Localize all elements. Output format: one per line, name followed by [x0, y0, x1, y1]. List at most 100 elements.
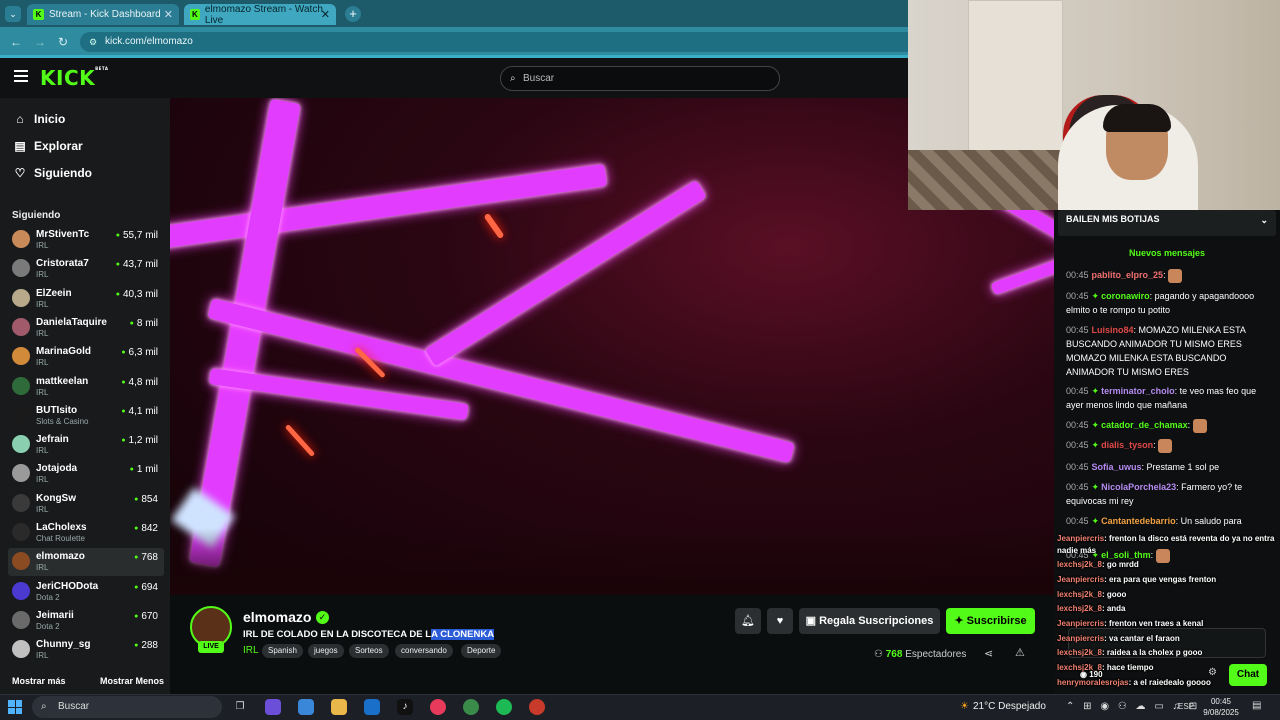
avatar: [12, 288, 30, 307]
url-field[interactable]: ⚙ kick.com/elmomazo: [80, 32, 908, 52]
chat-send-button[interactable]: Chat: [1229, 664, 1267, 686]
tab-title: elmomazo Stream - Watch Live: [204, 3, 323, 26]
sidebar-item-explorar[interactable]: ▤ Explorar: [12, 139, 82, 153]
reload-icon[interactable]: ↻: [58, 35, 68, 49]
subscribe-button[interactable]: ✦ Suscribirse: [946, 608, 1035, 634]
chrome-icon[interactable]: [463, 699, 479, 715]
tab-menu-button[interactable]: ⌄: [5, 6, 21, 22]
share-icon[interactable]: ⋖: [984, 647, 993, 660]
weather-widget[interactable]: ☀ 21°C Despejado: [960, 701, 1046, 712]
sidebar-channel[interactable]: JeriCHODotaDota 2 694: [8, 578, 164, 606]
chat-username[interactable]: Cantantedebarrio: [1101, 516, 1176, 526]
chat-username[interactable]: dialis_tyson: [1101, 440, 1153, 450]
sidebar-channel[interactable]: elmomazoIRL 768: [8, 548, 164, 577]
tag[interactable]: conversando: [395, 644, 453, 658]
obs-icon[interactable]: [529, 699, 545, 715]
sidebar-item-siguiendo[interactable]: ♡ Siguiendo: [12, 166, 92, 180]
copilot-icon[interactable]: [265, 699, 281, 715]
browser-tab-dashboard[interactable]: K Stream - Kick Dashboard ✕: [27, 4, 179, 25]
gear-icon[interactable]: ⚙: [1208, 667, 1217, 678]
stream-category[interactable]: IRL: [243, 645, 259, 656]
channel-name: Chunny_sg: [36, 639, 91, 651]
spotify-icon[interactable]: [496, 699, 512, 715]
windows-start-icon[interactable]: [8, 700, 22, 714]
viewer-count: 43,7 mil: [116, 259, 158, 270]
viewer-count: 55,7 mil: [116, 230, 158, 241]
sidebar-channel[interactable]: MrStivenTcIRL 55,7 mil: [8, 226, 164, 254]
media-player-icon[interactable]: [430, 699, 446, 715]
close-icon[interactable]: ✕: [321, 8, 330, 21]
back-icon[interactable]: ←: [10, 35, 22, 49]
sidebar-channel[interactable]: JeimariiDota 2 670: [8, 607, 164, 635]
search-icon: ⌕: [510, 73, 516, 84]
outlook-icon[interactable]: [364, 699, 380, 715]
tag[interactable]: juegos: [308, 644, 344, 658]
avatar: [12, 230, 30, 248]
chevron-down-icon[interactable]: ⌄: [1260, 215, 1268, 226]
chat-message[interactable]: 00:45 pablito_elpro_25:: [1066, 268, 1272, 283]
sidebar-channel[interactable]: JefrainIRL 1,2 mil: [8, 431, 164, 459]
tag[interactable]: Deporte: [461, 644, 502, 658]
chat-message[interactable]: 00:45 ✦ dialis_tyson:: [1066, 438, 1272, 453]
sidebar-channel[interactable]: mattkeelanIRL 4,8 mil: [8, 373, 164, 401]
chat-username[interactable]: coronawiro: [1101, 291, 1150, 301]
show-less-button[interactable]: Mostrar Menos: [100, 676, 164, 686]
chat-message[interactable]: 00:45 ✦ terminator_cholo: te veo mas feo q…: [1066, 384, 1272, 412]
chat-username[interactable]: terminator_cholo: [1101, 386, 1175, 396]
kick-logo[interactable]: KICKBETA: [40, 66, 108, 90]
sidebar-item-inicio[interactable]: ⌂ Inicio: [12, 112, 65, 126]
chat-message[interactable]: 00:45 Luisino84: MOMAZO MILENKA ESTA BUSC…: [1066, 323, 1272, 379]
chat-username[interactable]: Sofia_uwus: [1092, 462, 1142, 472]
follow-button[interactable]: ♥: [767, 608, 793, 634]
sidebar-channel[interactable]: LaCholexsChat Roulette 842: [8, 519, 164, 547]
clock[interactable]: 00:45 9/08/2025: [1200, 696, 1242, 718]
sidebar-channel[interactable]: Cristorata7IRL 43,7 mil: [8, 255, 164, 283]
overlay-username: Jeanpiercris: [1057, 634, 1105, 643]
chat-message[interactable]: 00:45 ✦ NicolaPorchela23: Farmero yo? te e…: [1066, 480, 1272, 508]
following-header: Siguiendo: [12, 210, 61, 221]
avatar: [12, 347, 30, 366]
taskbar-search[interactable]: ⌕ Buscar: [32, 696, 222, 718]
channel-category: Dota 2: [36, 621, 60, 631]
task-view-icon[interactable]: ❐: [232, 699, 248, 715]
sidebar-channel[interactable]: Chunny_sgIRL 288: [8, 636, 164, 664]
site-info-icon[interactable]: ⚙: [89, 32, 97, 52]
menu-icon[interactable]: [14, 70, 28, 84]
chat-message[interactable]: 00:45 ✦ catador_de_chamax:: [1066, 418, 1272, 433]
chat-username[interactable]: NicolaPorchela23: [1101, 482, 1176, 492]
file-explorer-icon[interactable]: [331, 699, 347, 715]
chat-username[interactable]: catador_de_chamax: [1101, 420, 1188, 430]
chat-message[interactable]: 00:45 ✦ coronawiro: pagando y apagandoooo …: [1066, 289, 1272, 317]
show-more-button[interactable]: Mostrar más: [12, 676, 66, 686]
channel-category: IRL: [36, 241, 49, 250]
new-tab-button[interactable]: +: [345, 6, 361, 22]
sidebar-channel[interactable]: MarinaGoldIRL 6,3 mil: [8, 343, 164, 371]
sidebar-channel[interactable]: JotajodaIRL 1 mil: [8, 460, 164, 488]
tag[interactable]: Sorteos: [349, 644, 389, 658]
sidebar-channel[interactable]: ElZeeinIRL 40,3 mil: [8, 285, 164, 313]
notification-icon[interactable]: ▤: [1252, 700, 1261, 711]
sidebar-channel[interactable]: KongSwIRL 854: [8, 490, 164, 518]
tag[interactable]: Spanish: [262, 644, 303, 658]
report-icon[interactable]: ⚠: [1015, 646, 1025, 659]
store-icon[interactable]: [298, 699, 314, 715]
browser-tab-stream[interactable]: K elmomazo Stream - Watch Live ✕: [184, 3, 336, 26]
close-icon[interactable]: ✕: [164, 8, 173, 21]
chat-username[interactable]: Luisino84: [1092, 325, 1134, 335]
gift-subs-button[interactable]: ▣ Regala Suscripciones: [799, 608, 940, 634]
chat-message[interactable]: 00:45 Sofia_uwus: Prestame 1 sol pe: [1066, 460, 1272, 474]
tiktok-icon[interactable]: ♪: [397, 699, 413, 715]
language-indicator[interactable]: ESP: [1178, 702, 1194, 711]
sidebar-channel[interactable]: DanielaTaquireIRL 8 mil: [8, 314, 164, 342]
streamer-name[interactable]: elmomazo: [243, 609, 311, 625]
pinned-message[interactable]: BAILEN MIS BOTIJAS ⌄: [1058, 210, 1276, 236]
chat-username[interactable]: pablito_elpro_25: [1092, 270, 1164, 280]
bell-icon: 🔔︎: [741, 615, 755, 627]
chat-message[interactable]: 00:45 ✦ Cantantedebarrio: Un saludo para: [1066, 514, 1272, 528]
notification-bell-button[interactable]: 🔔︎: [735, 608, 761, 634]
video-frame: [170, 528, 1054, 595]
sidebar-channel[interactable]: BUTIsitoSlots & Casino 4,1 mil: [8, 402, 164, 430]
search-input[interactable]: ⌕ Buscar: [500, 66, 780, 91]
forward-icon[interactable]: →: [34, 35, 46, 49]
stream-title: IRL DE COLADO EN LA DISCOTECA DE LA CLON…: [243, 629, 495, 640]
